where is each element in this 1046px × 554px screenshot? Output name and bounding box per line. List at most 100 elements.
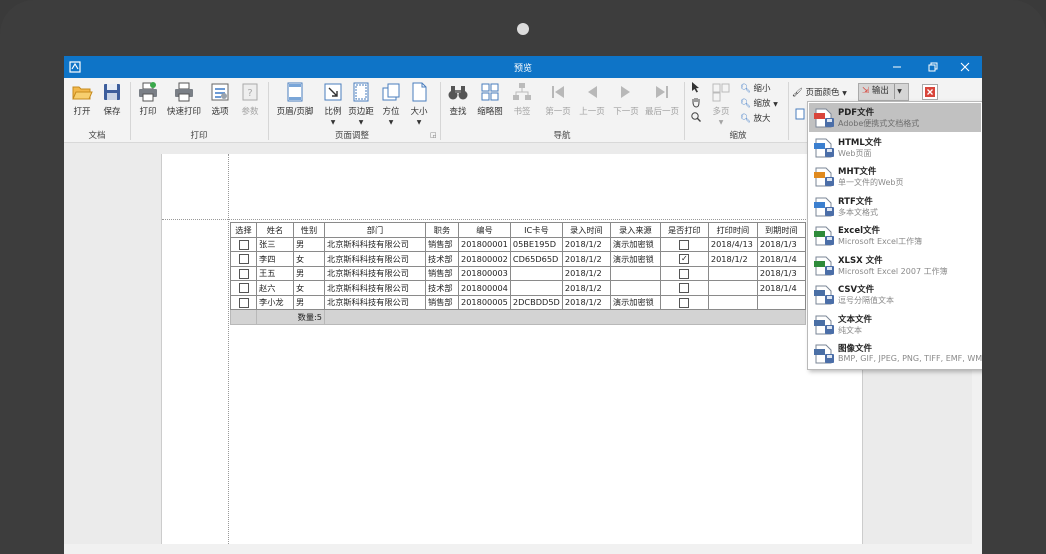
cell-dept: 北京斯科科技有限公司 xyxy=(324,294,426,310)
cell-dept: 北京斯科科技有限公司 xyxy=(324,251,426,267)
print-group-label: 打印 xyxy=(190,131,208,141)
column-header: 录入时间 xyxy=(561,222,611,238)
summary-count: 数量:5 xyxy=(256,309,325,325)
zoom-in-button[interactable]: 🔍︎ 放大 xyxy=(740,112,771,124)
cell-expire: 2018/1/4 xyxy=(756,251,806,267)
cell-dept: 北京斯科科技有限公司 xyxy=(324,280,426,296)
print-options-button[interactable]: 选项 xyxy=(206,81,234,117)
export-menu-item[interactable]: CSV文件 逗号分隔值文本 xyxy=(809,280,981,309)
cell-source xyxy=(609,265,661,281)
scale-button[interactable]: 比例 ▼ xyxy=(320,81,346,127)
column-header: 打印时间 xyxy=(707,222,758,238)
open-button[interactable]: 打开 xyxy=(68,81,96,117)
last-page-button[interactable]: 最后一页 xyxy=(644,81,680,117)
image-file-icon xyxy=(814,344,834,364)
cell-gender: 男 xyxy=(293,294,325,310)
options-icon xyxy=(211,83,229,101)
chevron-down-icon: ▼ xyxy=(842,90,847,97)
watermark-icon[interactable] xyxy=(795,108,805,123)
margins-button[interactable]: 页边距 ▼ xyxy=(348,81,374,127)
paint-bucket-icon: 🖌︎ xyxy=(792,88,803,98)
export-dropdown-menu: PDF文件 Adobe便携式文档格式 HTML文件 Web页面 MHT文件 单一文件的We… xyxy=(807,101,982,370)
page-color-button[interactable]: 🖌︎ 页面颜色 ▼ xyxy=(792,86,847,98)
next-page-button[interactable]: 下一页 xyxy=(610,81,642,117)
export-menu-item[interactable]: 文本文件 纯文本 xyxy=(809,310,981,339)
export-menu-item[interactable]: PDF文件 Adobe便携式文档格式 xyxy=(809,103,981,132)
multi-page-icon xyxy=(712,83,730,102)
zoom-button[interactable]: 🔍︎ 缩放 ▼ xyxy=(740,97,778,109)
magnifier-tool-icon[interactable] xyxy=(690,111,702,126)
cell-dept: 北京斯科科技有限公司 xyxy=(324,265,426,281)
cell-role: 销售部 xyxy=(425,236,459,252)
printed-cell xyxy=(659,265,709,281)
bookmark-tree-icon xyxy=(513,83,531,100)
column-header: 录入来源 xyxy=(609,222,661,238)
cell-source: 演示加密锁 xyxy=(609,251,661,267)
cell-expire xyxy=(756,294,806,310)
multi-page-button[interactable]: 多页 ▼ xyxy=(706,81,736,127)
table-row: 张三男北京斯科科技有限公司 销售部 201800001 05BE195D 2018/1/… xyxy=(230,236,806,252)
select-checkbox[interactable] xyxy=(238,283,249,293)
export-menu-item[interactable]: HTML文件 Web页面 xyxy=(809,133,981,162)
zoom-group-label: 缩放 xyxy=(729,131,747,141)
horizontal-scrollbar[interactable] xyxy=(64,544,972,554)
orientation-button[interactable]: 方位 ▼ xyxy=(378,81,404,127)
export-button[interactable]: ⇲ 输出 ▼ xyxy=(858,83,909,101)
close-preview-button[interactable] xyxy=(922,84,938,100)
page-setup-launcher-icon[interactable]: ◲ xyxy=(430,131,437,139)
zoom-out-button[interactable]: 🔍︎ 缩小 xyxy=(740,82,771,94)
find-button[interactable]: 查找 xyxy=(444,81,472,117)
select-checkbox[interactable] xyxy=(238,268,249,279)
export-menu-item[interactable]: XLSX 文件 Microsoft Excel 2007 工作簿 xyxy=(809,251,981,280)
select-checkbox[interactable] xyxy=(238,239,249,250)
chevron-down-icon[interactable]: ▼ xyxy=(893,84,905,99)
cell-role: 销售部 xyxy=(425,294,459,310)
cell-name: 王五 xyxy=(256,265,294,281)
printed-checkbox xyxy=(679,297,690,308)
page-size-icon xyxy=(412,82,427,102)
export-menu-item[interactable]: RTF文件 多本文格式 xyxy=(809,192,981,221)
chevron-down-icon: ▼ xyxy=(718,119,724,126)
select-cell xyxy=(230,236,257,252)
thumbnails-button[interactable]: 缩略图 xyxy=(474,81,506,117)
cell-source: 演示加密锁 xyxy=(609,294,661,310)
export-item-description: 多本文格式 xyxy=(838,207,878,217)
first-page-button[interactable]: 第一页 xyxy=(542,81,574,117)
export-menu-item[interactable]: 图像文件 BMP, GIF, JPEG, PNG, TIFF, EMF, WMF xyxy=(809,339,982,368)
print-button[interactable]: 打印 xyxy=(134,81,162,117)
header-footer-button[interactable]: 页眉/页脚 xyxy=(272,81,318,117)
export-item-title: 图像文件 xyxy=(838,344,873,354)
minimize-button[interactable] xyxy=(880,56,914,78)
export-menu-item[interactable]: MHT文件 单一文件的Web页 xyxy=(809,162,981,191)
group-divider xyxy=(440,82,441,140)
column-header: 性别 xyxy=(293,222,325,238)
cell-entry-time: 2018/1/2 xyxy=(561,236,611,252)
zoom-icon: 🔍︎ xyxy=(740,99,751,109)
export-menu-item[interactable]: Excel文件 Microsoft Excel工作簿 xyxy=(809,221,981,250)
xlsx-file-icon xyxy=(814,256,834,275)
hand-tool-icon[interactable] xyxy=(690,96,702,111)
restore-button[interactable] xyxy=(916,56,950,78)
save-button[interactable]: 保存 xyxy=(98,81,126,117)
size-button[interactable]: 大小 ▼ xyxy=(406,81,432,127)
table-row: 赵六女北京斯科科技有限公司 技术部 201800004 2018/1/2 2018/1/… xyxy=(230,280,806,296)
parameters-button[interactable]: ? 参数 xyxy=(236,81,264,117)
select-checkbox[interactable] xyxy=(238,254,249,264)
select-cell xyxy=(230,280,257,296)
pointer-tool-icon[interactable] xyxy=(690,81,702,96)
quick-print-button[interactable]: 快速打印 xyxy=(164,81,204,117)
select-checkbox[interactable] xyxy=(238,297,249,308)
bookmark-button[interactable]: 书签 xyxy=(508,81,536,117)
cell-print-time xyxy=(707,265,758,281)
previous-page-button[interactable]: 上一页 xyxy=(576,81,608,117)
printed-checkbox xyxy=(679,239,690,250)
table-header-row: 选择 姓名 性别 部门 职务 编号 IC卡号 录入时间 录入来源 是否打印 打印时间 到期时间 xyxy=(230,222,806,238)
summary-spacer xyxy=(230,309,257,325)
cell-id: 201800003 xyxy=(458,265,511,281)
column-header: 编号 xyxy=(458,222,511,238)
column-header: 是否打印 xyxy=(659,222,709,238)
close-button[interactable] xyxy=(948,56,982,78)
cell-id: 201800002 xyxy=(458,251,511,267)
cell-entry-time: 2018/1/2 xyxy=(561,265,611,281)
binoculars-icon xyxy=(448,86,468,100)
